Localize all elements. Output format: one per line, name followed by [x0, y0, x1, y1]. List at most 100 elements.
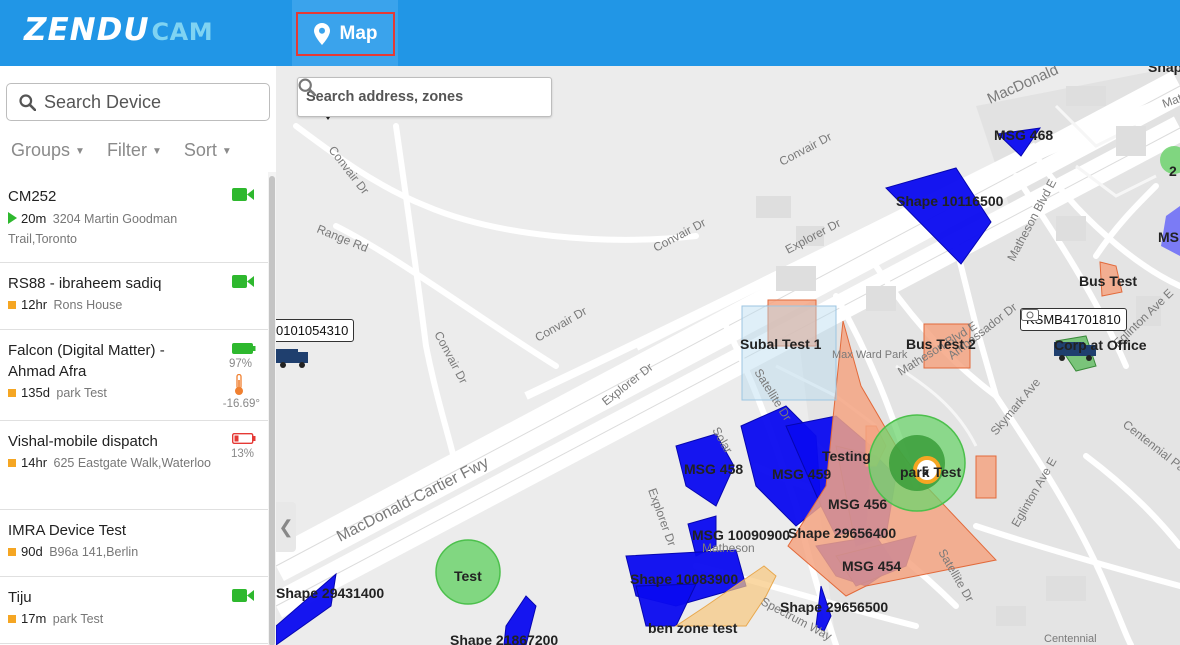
- device-name: Vishal-mobile dispatch: [8, 433, 158, 450]
- zone-label: MSG 456: [828, 496, 887, 512]
- device-list-item[interactable]: Vishal-mobile dispatch 14hr 625 Eastgate…: [0, 421, 268, 510]
- zone-label: Shap: [1148, 66, 1180, 75]
- search-device-input[interactable]: Search Device: [6, 83, 270, 121]
- cluster-count: 5: [922, 464, 929, 478]
- zone-label: MS: [1158, 229, 1179, 245]
- device-age: 90d: [21, 544, 43, 559]
- device-list-item[interactable]: Falcon (Digital Matter) - Ahmad Afra 135…: [0, 330, 268, 421]
- device-location: B96a 141,Berlin: [49, 545, 139, 559]
- thermometer-icon: [235, 374, 243, 395]
- tab-map[interactable]: Map: [292, 0, 398, 66]
- zone-label: Shape 10083900: [630, 571, 738, 587]
- idle-status-icon: [8, 389, 16, 397]
- battery-low-icon: [232, 433, 256, 444]
- device-location: Rons House: [53, 298, 123, 312]
- device-age: 20m: [21, 211, 47, 226]
- device-age: 17m: [21, 611, 47, 626]
- search-icon: [19, 93, 36, 111]
- temperature-reading: -16.69°: [222, 398, 260, 410]
- chevron-down-icon: ▼: [151, 145, 162, 157]
- groups-label: Groups: [11, 140, 71, 160]
- search-device-placeholder: Search Device: [44, 91, 162, 112]
- device-name: IMRA Device Test: [8, 522, 127, 539]
- chevron-left-icon: ❮: [278, 516, 294, 537]
- battery-percentage: 97%: [228, 358, 252, 370]
- zone-label: Bus Test: [1079, 273, 1137, 289]
- idle-status-icon: [8, 301, 16, 309]
- zone-label: Shape 29431400: [276, 585, 384, 601]
- sort-label: Sort: [183, 140, 217, 160]
- device-status-line: 90d B96a 141,Berlin: [8, 542, 218, 562]
- device-list-item[interactable]: CM252 20m 3204 Martin Goodman Trail,Toro…: [0, 176, 268, 263]
- scrollbar-thumb[interactable]: [269, 176, 275, 645]
- map-address-search-input[interactable]: Search address, zones: [297, 77, 552, 117]
- chevron-down-icon: ▼: [75, 145, 85, 157]
- zone-label: ben zone test: [648, 620, 738, 636]
- device-location: park Test: [56, 386, 107, 400]
- groups-dropdown[interactable]: Groups ▼: [11, 140, 85, 161]
- device-tag[interactable]: 0101054310: [276, 319, 355, 342]
- battery-full-icon: [232, 343, 256, 354]
- zone-label: Test: [454, 568, 482, 584]
- idle-status-icon: [8, 548, 16, 556]
- camera-icon: [1021, 309, 1039, 321]
- map-view[interactable]: MacDonald MacDonald-Cartier Fwy Convair …: [276, 66, 1180, 645]
- zone-label: Shape 29656500: [780, 599, 888, 615]
- device-list-item[interactable]: RS88 - ibraheem sadiq 12hr Rons House: [0, 263, 268, 330]
- street-label: Max Ward Park: [832, 349, 908, 361]
- device-list-scrollbar[interactable]: [268, 172, 276, 645]
- tab-map-label: Map: [339, 23, 378, 44]
- device-age: 12hr: [21, 297, 48, 312]
- device-tag-label: 0101054310: [276, 323, 349, 338]
- zone-label: MSG 458: [684, 461, 743, 477]
- device-list-item[interactable]: IMRA Device Test 90d B96a 141,Berlin: [0, 510, 268, 577]
- zone-label: MSG 10090900: [692, 527, 790, 543]
- zone-label: Shape 10116500: [896, 193, 1004, 209]
- device-status-line: 12hr Rons House: [8, 295, 218, 315]
- moving-status-icon: [8, 212, 17, 224]
- top-navigation-bar: ZENDU CAM Map: [0, 0, 1180, 66]
- tab-map-active-outline: Map: [296, 12, 395, 56]
- zone-label: Subal Test 1: [740, 336, 822, 352]
- map-canvas[interactable]: MacDonald MacDonald-Cartier Fwy Convair …: [276, 66, 1180, 645]
- zone-label: Corp at Office: [1054, 337, 1147, 353]
- battery-percentage: 13%: [230, 448, 254, 460]
- device-sidebar: Search Device Groups ▼ Filter ▼ Sort ▼ CM25…: [0, 66, 276, 645]
- zone-label: MSG 454: [842, 558, 901, 574]
- filter-label: Filter: [106, 140, 147, 160]
- app-window: ZENDU CAM Map Search Device Groups ▼ Filt…: [0, 0, 1180, 645]
- device-location: park Test: [52, 612, 104, 626]
- device-location: 625 Eastgate Walk,Waterloo: [53, 456, 211, 470]
- video-camera-icon[interactable]: [232, 275, 254, 288]
- device-tag[interactable]: KSMB41701810: [1020, 308, 1127, 331]
- filter-dropdown[interactable]: Filter ▼: [107, 140, 162, 161]
- street-label: Centennial: [1044, 633, 1097, 645]
- device-name: RS88 - ibraheem sadiq: [8, 275, 162, 292]
- sort-dropdown[interactable]: Sort ▼: [184, 140, 232, 161]
- zenducam-logo[interactable]: ZENDU CAM: [24, 12, 213, 52]
- logo-cam-suffix: CAM: [151, 18, 214, 46]
- zone-label: 2: [1169, 163, 1177, 179]
- map-pin-icon: [313, 23, 330, 45]
- device-age: 135d: [21, 385, 50, 400]
- zone-label: Shape 21867200: [450, 632, 558, 645]
- video-camera-icon[interactable]: [232, 589, 254, 602]
- logo-wordmark: ZENDU: [24, 12, 150, 48]
- device-list-item[interactable]: Tiju 17m park Test: [0, 577, 268, 644]
- video-camera-icon[interactable]: [232, 188, 254, 201]
- chevron-down-icon: ▼: [221, 145, 232, 157]
- device-name: Tiju: [8, 589, 32, 606]
- device-status-line: 135d park Test: [8, 383, 218, 403]
- zone-label: park Test: [900, 464, 962, 480]
- device-name: CM252: [8, 188, 57, 205]
- device-status-line: 20m 3204 Martin Goodman Trail,Toronto: [8, 209, 218, 249]
- zone-label: Bus Test 2: [906, 336, 976, 352]
- idle-status-icon: [8, 615, 16, 623]
- collapse-sidebar-button[interactable]: ❮: [276, 502, 296, 552]
- zone-label: Testing: [822, 448, 871, 464]
- device-status-line: 14hr 625 Eastgate Walk,Waterloo: [8, 453, 218, 473]
- street-label: Matheson: [702, 541, 755, 555]
- idle-status-icon: [8, 459, 16, 467]
- list-toolbar: Groups ▼ Filter ▼ Sort ▼: [11, 140, 232, 161]
- zone-label: MSG 459: [772, 466, 831, 482]
